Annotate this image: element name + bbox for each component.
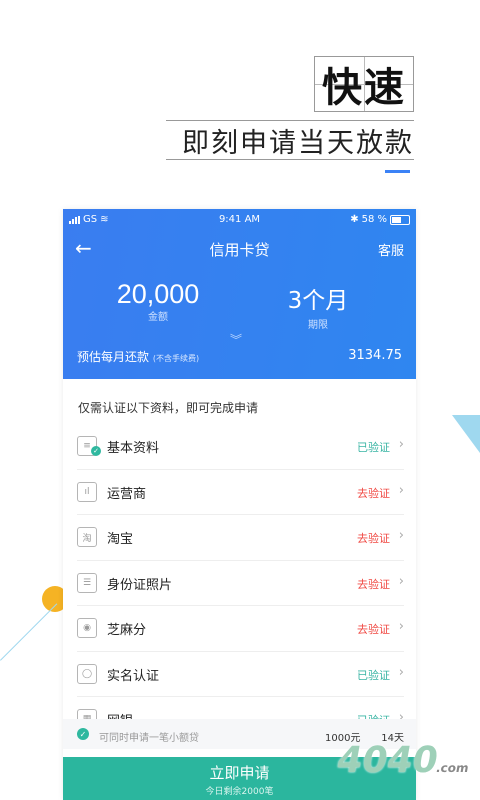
list-item-status: 去验证 <box>357 486 390 500</box>
requirements-title: 仅需认证以下资料，即可完成申请 <box>78 401 259 415</box>
monthly-note: (不含手续费) <box>152 354 200 363</box>
list-item-status: 去验证 <box>357 577 390 591</box>
list-item-status: 已验证 <box>357 441 390 454</box>
list-item-label: 芝麻分 <box>107 623 147 638</box>
service-button[interactable]: 客服 <box>378 240 404 259</box>
check-circle-icon[interactable]: ✓ <box>77 728 89 740</box>
id-card-icon: ☰ <box>77 572 97 593</box>
status-bar: GS ≋ 9:41 AM ✱ 58 % <box>63 212 416 228</box>
list-item-status: 去验证 <box>357 623 390 636</box>
list-item-label: 基本资料 <box>107 441 160 456</box>
carrier-icon: ıl <box>77 481 97 502</box>
list-item-label: 实名认证 <box>107 668 160 684</box>
sesame-icon: ◉ <box>77 618 97 638</box>
list-item-label: 运营商 <box>107 486 147 502</box>
battery-percent: 58 % <box>361 214 387 225</box>
chevron-right-icon: › <box>398 573 404 589</box>
check-icon: ✓ <box>91 446 101 456</box>
watermark-logo: 4040.com <box>333 740 470 781</box>
chevron-right-icon: › <box>398 528 404 543</box>
term-value: 3个月 <box>287 288 349 314</box>
taobao-icon: 淘 <box>77 527 97 547</box>
requirements-list: ≡ ✓ 基本资料 已验证 › ıl 运营商 去验证 › 淘 淘宝 去验证 › ☰… <box>63 424 416 743</box>
chevron-right-icon: › <box>398 482 404 498</box>
promo-underline <box>385 170 410 173</box>
term-label: 期限 <box>308 320 328 331</box>
list-item-label: 淘宝 <box>107 532 134 547</box>
list-item[interactable]: 淘 淘宝 去验证 › <box>77 515 404 561</box>
amount-label: 金额 <box>148 312 168 323</box>
battery-icon <box>390 214 410 225</box>
expand-chevron-icon[interactable]: ︾ <box>230 334 242 346</box>
promo-title: 快速 <box>314 56 414 112</box>
list-item-status: 已验证 <box>357 668 390 682</box>
list-item[interactable]: ◯ 实名认证 已验证 › <box>77 652 404 697</box>
small-loan-text: 可同时申请一笔小额贷 <box>99 733 199 744</box>
nav-bar: ← 信用卡贷 客服 <box>63 231 416 267</box>
chevron-right-icon: › <box>398 664 404 680</box>
list-item-label: 身份证照片 <box>107 577 173 593</box>
monthly-payment-label: 预估每月还款 (不含手续费) <box>77 350 200 364</box>
phone-screen: GS ≋ 9:41 AM ✱ 58 % ← 信用卡贷 客服 20,000 金额 … <box>63 209 416 800</box>
header-panel: GS ≋ 9:41 AM ✱ 58 % ← 信用卡贷 客服 20,000 金额 … <box>63 209 416 379</box>
decor-triangle <box>452 415 480 453</box>
term-selector[interactable]: 3个月 期限 <box>243 279 393 331</box>
list-item-status: 去验证 <box>357 532 390 545</box>
list-item[interactable]: ≡ ✓ 基本资料 已验证 › <box>77 424 404 470</box>
monthly-payment-value: 3134.75 <box>348 348 402 363</box>
list-item[interactable]: ◉ 芝麻分 去验证 › <box>77 606 404 652</box>
promo-subtitle: 即刻申请当天放款 <box>166 120 414 160</box>
chevron-right-icon: › <box>398 619 404 634</box>
person-icon: ◯ <box>77 663 97 684</box>
chevron-right-icon: › <box>398 437 404 452</box>
list-item[interactable]: ☰ 身份证照片 去验证 › <box>77 561 404 606</box>
amount-value: 20,000 <box>116 279 200 309</box>
nav-title: 信用卡贷 <box>209 241 270 259</box>
decor-line <box>0 603 58 661</box>
amount-selector[interactable]: 20,000 金额 <box>83 279 233 323</box>
list-item[interactable]: ıl 运营商 去验证 › <box>77 470 404 515</box>
bluetooth-icon: ✱ <box>350 214 359 225</box>
